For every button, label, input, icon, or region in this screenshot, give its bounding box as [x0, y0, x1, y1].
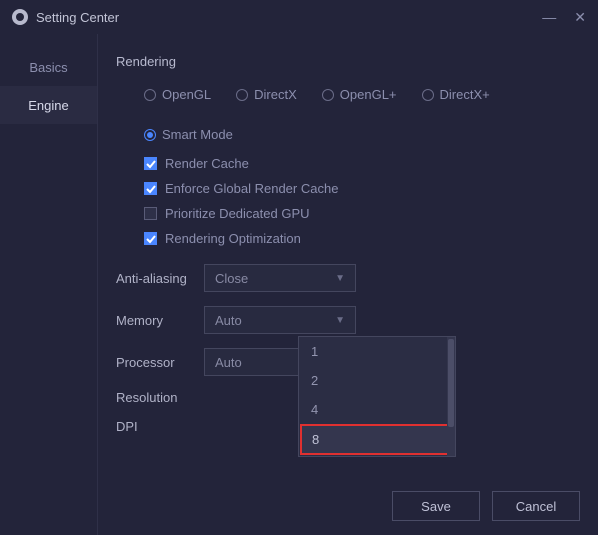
- render-checkboxes: Render Cache Enforce Global Render Cache…: [116, 156, 572, 246]
- check-prioritize-dedicated-gpu[interactable]: Prioritize Dedicated GPU: [144, 206, 572, 221]
- sidebar-item-basics[interactable]: Basics: [0, 48, 97, 86]
- sidebar-item-engine[interactable]: Engine: [0, 86, 97, 124]
- row-label: Memory: [116, 313, 204, 328]
- check-render-cache[interactable]: Render Cache: [144, 156, 572, 171]
- render-mode-radios: OpenGL DirectX OpenGL+ DirectX+ Smart Mo…: [116, 87, 572, 142]
- checkbox-icon: [144, 232, 157, 245]
- button-label: Cancel: [516, 499, 556, 514]
- radio-dot-icon: [422, 89, 434, 101]
- radio-directx-plus[interactable]: DirectX+: [422, 87, 490, 102]
- processor-dropdown: 1 2 4 8: [298, 336, 456, 457]
- chevron-down-icon: ▼: [335, 273, 345, 284]
- radio-label: OpenGL: [162, 87, 211, 102]
- check-enforce-global-render-cache[interactable]: Enforce Global Render Cache: [144, 181, 572, 196]
- option-label: 1: [311, 344, 318, 359]
- radio-directx[interactable]: DirectX: [236, 87, 297, 102]
- cancel-button[interactable]: Cancel: [492, 491, 580, 521]
- row-label: Anti-aliasing: [116, 271, 204, 286]
- checkbox-icon: [144, 157, 157, 170]
- chevron-down-icon: ▼: [335, 315, 345, 326]
- select-value: Auto: [215, 313, 242, 328]
- radio-dot-icon: [236, 89, 248, 101]
- window-controls: — ✕: [542, 10, 586, 24]
- radio-label: OpenGL+: [340, 87, 397, 102]
- radio-dot-icon: [144, 89, 156, 101]
- row-label: DPI: [116, 419, 204, 434]
- save-button[interactable]: Save: [392, 491, 480, 521]
- content-area: Basics Engine Rendering OpenGL DirectX O…: [0, 34, 598, 535]
- dropdown-scrollbar[interactable]: [447, 337, 455, 456]
- window-title: Setting Center: [36, 10, 119, 25]
- option-label: 8: [312, 432, 319, 447]
- radio-opengl[interactable]: OpenGL: [144, 87, 211, 102]
- titlebar: Setting Center — ✕: [0, 0, 598, 34]
- sidebar: Basics Engine: [0, 34, 98, 535]
- dropdown-option-highlighted[interactable]: 8: [300, 424, 454, 455]
- row-anti-aliasing: Anti-aliasing Close ▼: [116, 264, 572, 292]
- radio-label: Smart Mode: [162, 127, 233, 142]
- check-rendering-optimization[interactable]: Rendering Optimization: [144, 231, 572, 246]
- check-label: Enforce Global Render Cache: [165, 181, 338, 196]
- dropdown-option[interactable]: 4: [299, 395, 455, 424]
- select-anti-aliasing[interactable]: Close ▼: [204, 264, 356, 292]
- select-value: Auto: [215, 355, 242, 370]
- row-label: Processor: [116, 355, 204, 370]
- check-label: Rendering Optimization: [165, 231, 301, 246]
- check-label: Render Cache: [165, 156, 249, 171]
- sidebar-item-label: Engine: [28, 98, 68, 113]
- row-memory: Memory Auto ▼: [116, 306, 572, 334]
- footer-buttons: Save Cancel: [392, 491, 580, 521]
- dropdown-option[interactable]: 2: [299, 366, 455, 395]
- option-label: 2: [311, 373, 318, 388]
- checkbox-icon: [144, 182, 157, 195]
- radio-smart-mode[interactable]: Smart Mode: [144, 127, 233, 142]
- option-label: 4: [311, 402, 318, 417]
- radio-opengl-plus[interactable]: OpenGL+: [322, 87, 397, 102]
- button-label: Save: [421, 499, 451, 514]
- select-memory[interactable]: Auto ▼: [204, 306, 356, 334]
- dropdown-option[interactable]: 1: [299, 337, 455, 366]
- main-panel: Rendering OpenGL DirectX OpenGL+ DirectX…: [98, 34, 598, 535]
- radio-dot-icon: [322, 89, 334, 101]
- checkbox-icon: [144, 207, 157, 220]
- sidebar-item-label: Basics: [29, 60, 67, 75]
- radio-label: DirectX: [254, 87, 297, 102]
- check-label: Prioritize Dedicated GPU: [165, 206, 310, 221]
- radio-dot-icon: [144, 129, 156, 141]
- minimize-icon[interactable]: —: [542, 10, 556, 24]
- app-icon: [12, 9, 28, 25]
- section-header: Rendering: [116, 54, 572, 69]
- radio-label: DirectX+: [440, 87, 490, 102]
- close-icon[interactable]: ✕: [574, 10, 586, 24]
- select-value: Close: [215, 271, 248, 286]
- row-label: Resolution: [116, 390, 204, 405]
